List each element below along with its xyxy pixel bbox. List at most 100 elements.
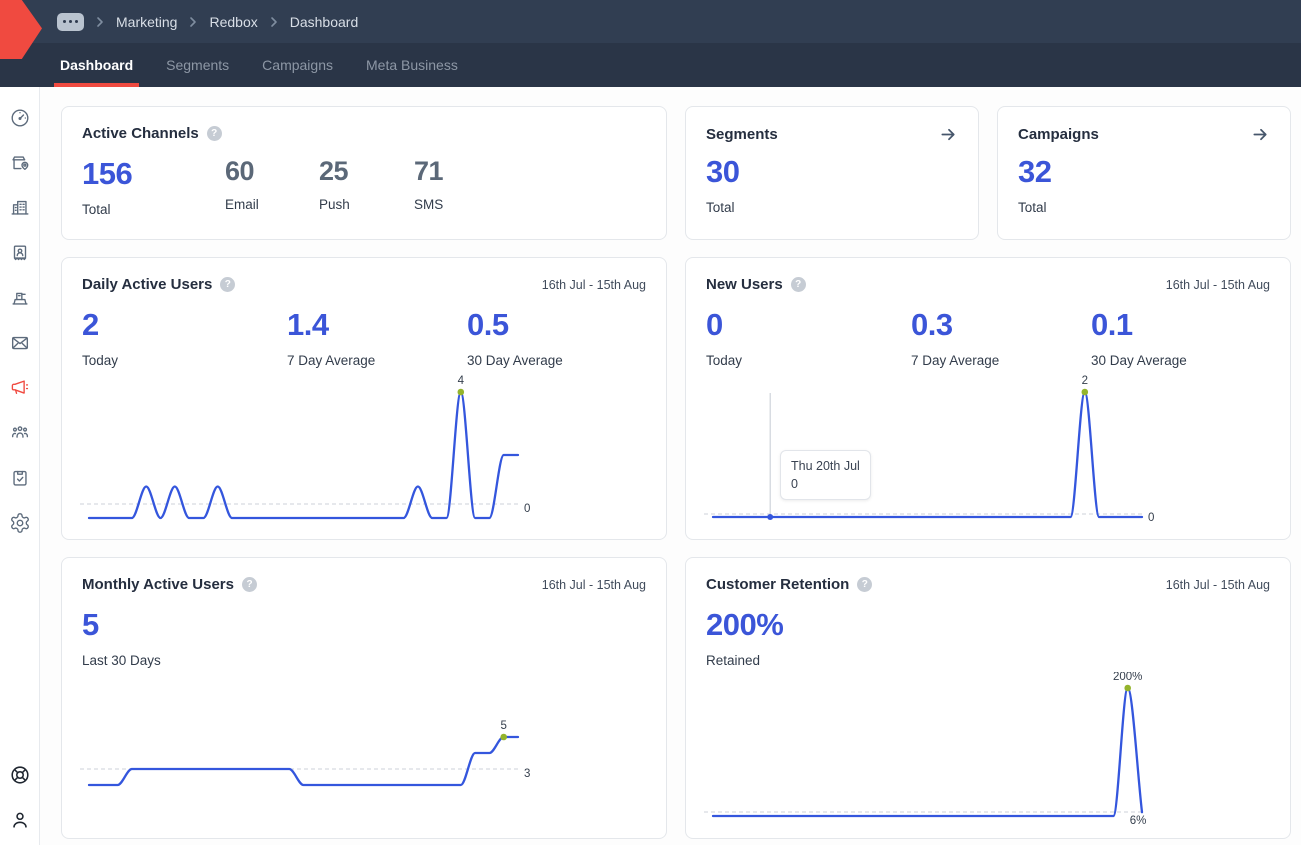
campaigns-link-button[interactable]	[1251, 125, 1270, 144]
help-icon[interactable]: ?	[791, 277, 806, 292]
sidebar-item-dashboard[interactable]	[7, 105, 33, 131]
stat-label: Total	[1018, 200, 1051, 215]
daily-active-users-chart[interactable]: 04	[62, 373, 668, 533]
stat-value: 2	[82, 307, 287, 343]
breadcrumb-item-marketing[interactable]: Marketing	[116, 14, 177, 30]
stat-label: Today	[706, 353, 911, 368]
storefront-pin-icon	[9, 152, 31, 174]
stat-label: Last 30 Days	[82, 653, 161, 668]
stat-value: 30	[706, 154, 739, 190]
people-group-icon	[9, 422, 31, 444]
segments-link-button[interactable]	[939, 125, 958, 144]
sidebar-item-messages[interactable]	[7, 330, 33, 356]
app-root: Marketing Redbox Dashboard Dashboard Seg…	[0, 0, 1301, 845]
tab-bar: Dashboard Segments Campaigns Meta Busine…	[0, 43, 1301, 87]
card-title: Active Channels	[82, 125, 199, 142]
help-icon[interactable]: ?	[207, 126, 222, 141]
stat-label: 30 Day Average	[1091, 353, 1187, 368]
stat-label: Total	[82, 202, 225, 217]
svg-text:200%: 200%	[1113, 672, 1142, 683]
tooltip-value: 0	[791, 475, 860, 493]
stat-value: 32	[1018, 154, 1051, 190]
tab-meta-business[interactable]: Meta Business	[363, 43, 461, 87]
breadcrumb-item-redbox[interactable]: Redbox	[209, 14, 257, 30]
sidebar-item-help[interactable]	[7, 762, 33, 788]
stat-value: 60	[225, 156, 319, 187]
arrow-right-icon	[939, 125, 958, 144]
card-active-channels: Active Channels ? 156Total 60Email 25Pus…	[61, 106, 667, 240]
stat-label: SMS	[414, 197, 443, 212]
card-monthly-active-users: Monthly Active Users ? 16th Jul - 15th A…	[61, 557, 667, 839]
card-title: Customer Retention	[706, 576, 849, 593]
stat-value: 1.4	[287, 307, 467, 343]
card-title: Segments	[706, 126, 778, 143]
sidebar	[0, 87, 40, 845]
sidebar-item-store[interactable]	[7, 150, 33, 176]
top-chrome: Marketing Redbox Dashboard Dashboard Seg…	[0, 0, 1301, 87]
help-icon[interactable]: ?	[857, 577, 872, 592]
card-segments: Segments 30 Total	[685, 106, 979, 240]
sidebar-item-audience[interactable]	[7, 420, 33, 446]
stat-label: Retained	[706, 653, 783, 668]
sidebar-item-tasks[interactable]	[7, 465, 33, 491]
svg-text:6%: 6%	[1130, 815, 1147, 827]
cash-register-icon	[9, 287, 31, 309]
chevron-right-icon	[96, 16, 104, 28]
tab-segments[interactable]: Segments	[163, 43, 232, 87]
sidebar-item-contacts[interactable]	[7, 240, 33, 266]
chart-tooltip: Thu 20th Jul 0	[780, 450, 871, 500]
lifebuoy-icon	[9, 764, 31, 786]
stat-value: 25	[319, 156, 414, 187]
chevron-right-icon	[270, 16, 278, 28]
gear-icon	[9, 512, 31, 534]
dashboard-content: Active Channels ? 156Total 60Email 25Pus…	[40, 87, 1301, 845]
stat-value: 71	[414, 156, 443, 187]
svg-text:0: 0	[1148, 512, 1154, 524]
card-title: New Users	[706, 276, 783, 293]
stat-label: Today	[82, 353, 287, 368]
date-range-label: 16th Jul - 15th Aug	[542, 578, 646, 592]
card-title: Campaigns	[1018, 126, 1099, 143]
svg-text:2: 2	[1082, 375, 1088, 387]
svg-text:3: 3	[524, 768, 530, 780]
chevron-right-icon	[189, 16, 197, 28]
sidebar-item-commerce[interactable]	[7, 285, 33, 311]
help-icon[interactable]: ?	[220, 277, 235, 292]
stat-value: 200%	[706, 607, 783, 643]
stat-label: Total	[706, 200, 739, 215]
breadcrumb: Marketing Redbox Dashboard	[57, 13, 358, 31]
help-icon[interactable]: ?	[242, 577, 257, 592]
tooltip-date: Thu 20th Jul	[791, 457, 860, 475]
card-customer-retention: Customer Retention ? 16th Jul - 15th Aug…	[685, 557, 1291, 839]
card-title: Daily Active Users	[82, 276, 212, 293]
sidebar-item-account[interactable]	[7, 807, 33, 833]
top-navbar: Marketing Redbox Dashboard	[0, 0, 1301, 43]
stat-value: 5	[82, 607, 161, 643]
svg-text:4: 4	[458, 375, 465, 387]
new-users-chart[interactable]: 02	[686, 373, 1292, 533]
date-range-label: 16th Jul - 15th Aug	[1166, 278, 1270, 292]
stat-label: 7 Day Average	[911, 353, 1091, 368]
sidebar-item-settings[interactable]	[7, 510, 33, 536]
stat-label: Push	[319, 197, 414, 212]
person-icon	[9, 809, 31, 831]
card-daily-active-users: Daily Active Users ? 16th Jul - 15th Aug…	[61, 257, 667, 540]
tab-campaigns[interactable]: Campaigns	[259, 43, 336, 87]
sidebar-item-marketing[interactable]	[7, 375, 33, 401]
customer-retention-chart[interactable]: 200% 6%	[686, 672, 1292, 832]
sidebar-item-company[interactable]	[7, 195, 33, 221]
megaphone-icon	[9, 377, 31, 399]
tab-dashboard[interactable]: Dashboard	[57, 43, 136, 87]
svg-text:0: 0	[524, 503, 530, 515]
clipboard-check-icon	[9, 467, 31, 489]
buildings-icon	[9, 197, 31, 219]
breadcrumb-menu-button[interactable]	[57, 13, 84, 31]
card-new-users: New Users ? 16th Jul - 15th Aug 0 Today 0…	[685, 257, 1291, 540]
stat-value: 0.5	[467, 307, 563, 343]
monthly-active-users-chart[interactable]: 35	[62, 672, 668, 832]
breadcrumb-item-dashboard[interactable]: Dashboard	[290, 14, 359, 30]
stat-value: 0.3	[911, 307, 1091, 343]
card-title: Monthly Active Users	[82, 576, 234, 593]
svg-text:5: 5	[500, 720, 506, 732]
arrow-right-icon	[1251, 125, 1270, 144]
